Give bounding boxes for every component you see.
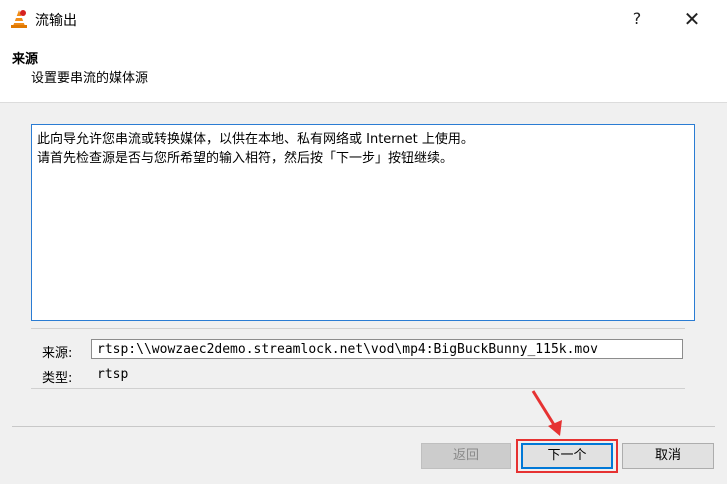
title-bar: 流输出 ? ✕ (0, 0, 727, 38)
red-arrow-icon (531, 390, 562, 436)
page-title: 来源 (12, 52, 39, 67)
footer-separator (12, 426, 715, 427)
page-subtitle: 设置要串流的媒体源 (31, 71, 149, 86)
wizard-header: 来源 设置要串流的媒体源 (0, 38, 727, 103)
group-divider-bottom (31, 388, 685, 389)
info-line-1: 此向导允许您串流或转换媒体，以供在本地、私有网络或 Internet 上使用。 (37, 132, 474, 147)
help-button[interactable]: ? (614, 0, 660, 38)
source-input[interactable] (91, 339, 683, 359)
close-button[interactable]: ✕ (669, 0, 715, 38)
back-button[interactable]: 返回 (421, 443, 511, 469)
info-line-2: 请首先检查源是否与您所希望的输入相符，然后按「下一步」按钮继续。 (37, 151, 454, 166)
type-label: 类型: (42, 371, 73, 386)
info-text-area[interactable]: 此向导允许您串流或转换媒体，以供在本地、私有网络或 Internet 上使用。 … (31, 124, 695, 321)
cancel-button[interactable]: 取消 (622, 443, 714, 469)
next-button[interactable]: 下一个 (521, 443, 613, 469)
type-value: rtsp (97, 367, 129, 382)
vlc-cone-icon (11, 10, 27, 28)
window-title: 流输出 (35, 13, 77, 29)
group-divider-top (31, 328, 685, 329)
source-label: 来源: (42, 346, 73, 361)
